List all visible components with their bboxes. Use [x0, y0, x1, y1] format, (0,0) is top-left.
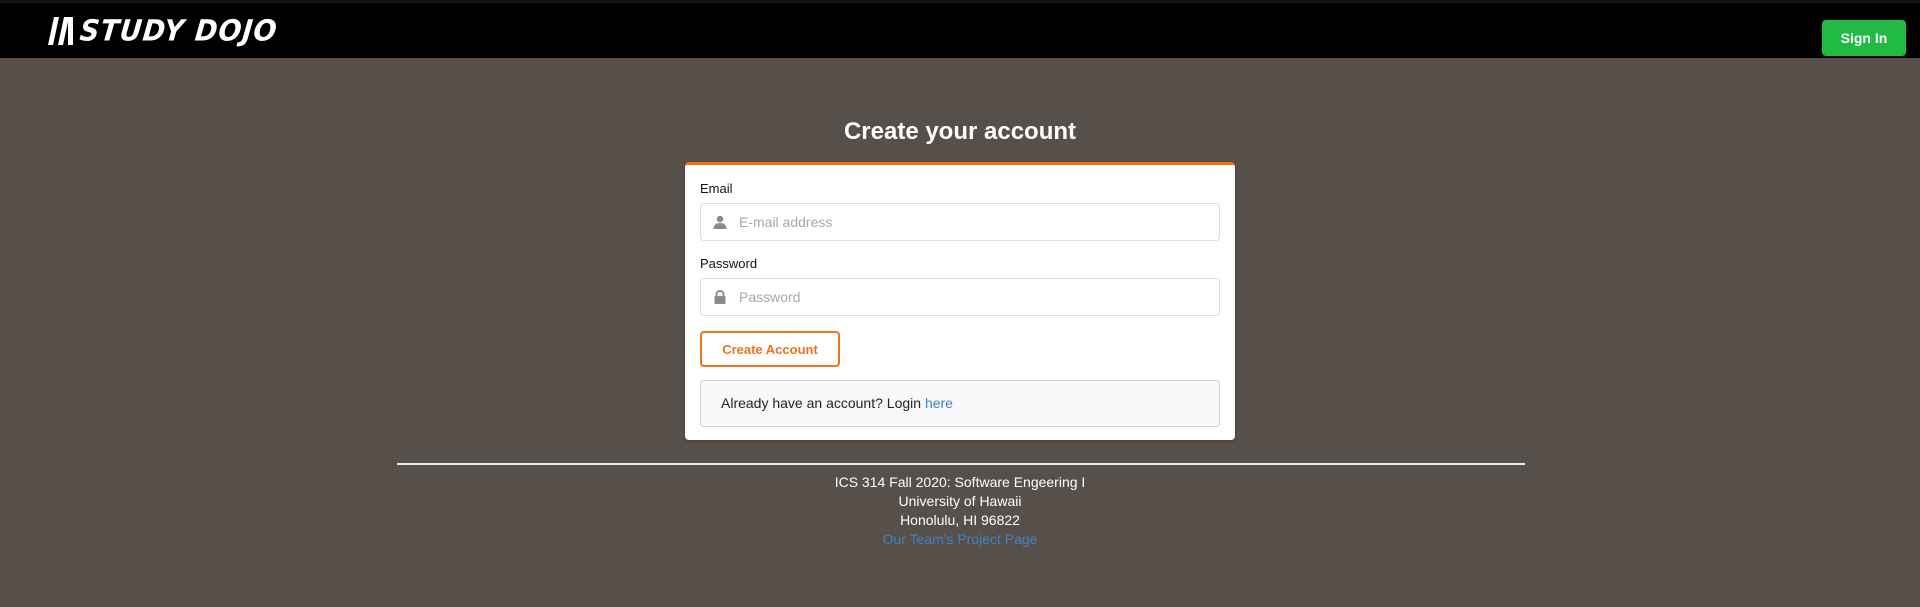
email-input[interactable] [739, 204, 1209, 240]
page-footer: ICS 314 Fall 2020: Software Engeering I … [0, 473, 1920, 549]
signup-form-card: Email Password Create Account Already ha… [685, 162, 1235, 440]
login-here-link[interactable]: here [925, 395, 953, 411]
email-label: Email [700, 181, 733, 196]
brand-name: STUDY DOJO [78, 14, 280, 48]
footer-course-line: ICS 314 Fall 2020: Software Engeering I [834, 474, 1086, 490]
email-field-wrapper[interactable] [700, 203, 1220, 241]
user-icon [713, 215, 727, 229]
footer-divider [397, 463, 1525, 465]
password-input[interactable] [739, 279, 1209, 315]
project-page-link[interactable]: Our Team's Project Page [883, 531, 1038, 547]
page-title: Create your account [843, 118, 1077, 145]
top-navbar: STUDY DOJO Sign In [0, 0, 1920, 58]
create-account-button[interactable]: Create Account [700, 331, 840, 367]
logo-slash-icon [48, 17, 73, 45]
brand-logo[interactable]: STUDY DOJO [48, 14, 280, 48]
sign-in-button[interactable]: Sign In [1822, 20, 1906, 56]
footer-university-line: University of Hawaii [898, 493, 1022, 509]
password-field-wrapper[interactable] [700, 278, 1220, 316]
login-prompt-text: Already have an account? Login [721, 395, 925, 411]
lock-icon [714, 290, 726, 304]
login-prompt-message: Already have an account? Login here [700, 380, 1220, 427]
footer-address-line: Honolulu, HI 96822 [900, 512, 1020, 528]
password-label: Password [700, 256, 758, 271]
